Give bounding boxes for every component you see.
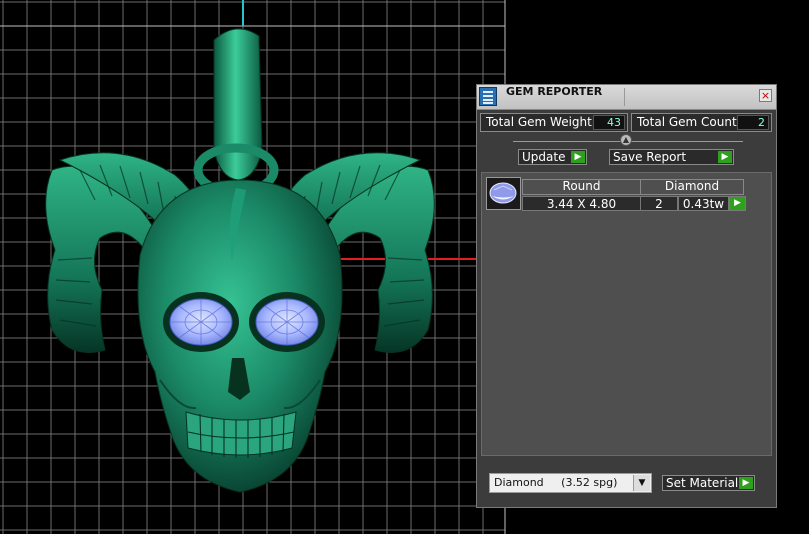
play-arrow-icon: ▶: [739, 477, 753, 489]
total-gem-weight-label: Total Gem Weight: [486, 115, 592, 129]
gem-results-list: Round Diamond 3.44 X 4.80 2 0.43tw ▶: [481, 172, 772, 456]
close-icon[interactable]: ×: [759, 89, 772, 102]
play-arrow-icon[interactable]: ▶: [729, 196, 746, 211]
gem-right: [255, 298, 319, 346]
total-gem-count-field: Total Gem Count 2: [631, 113, 772, 132]
chevron-down-icon[interactable]: ▼: [633, 475, 650, 491]
total-gem-count-value: 2: [737, 115, 769, 130]
column-header-material: Diamond: [640, 179, 744, 195]
material-select-value: Diamond (3.52 spg): [494, 476, 618, 489]
play-arrow-icon: ▶: [718, 151, 732, 163]
gem-thumbnail-icon[interactable]: [486, 177, 521, 210]
set-material-button-label: Set Material: [666, 476, 739, 490]
gem-left: [169, 298, 233, 346]
save-report-button-label: Save Report: [613, 150, 687, 164]
update-button[interactable]: Update ▶: [518, 149, 587, 165]
set-material-button[interactable]: Set Material ▶: [662, 475, 755, 491]
gem-weight-cell: 0.43tw: [678, 196, 729, 211]
total-gem-count-label: Total Gem Count: [637, 115, 737, 129]
update-button-label: Update: [522, 150, 566, 164]
gem-reporter-panel: GEM REPORTER × Total Gem Weight 43 Total…: [476, 84, 777, 508]
total-gem-weight-value: 43: [593, 115, 625, 130]
play-arrow-icon: ▶: [571, 151, 585, 163]
gem-size-cell: 3.44 X 4.80: [522, 196, 641, 211]
total-gem-weight-field: Total Gem Weight 43: [480, 113, 628, 132]
column-header-shape: Round: [522, 179, 641, 195]
save-report-button[interactable]: Save Report ▶: [609, 149, 734, 165]
panel-slider-thumb[interactable]: ▲: [620, 134, 632, 146]
panel-titlebar[interactable]: GEM REPORTER ×: [477, 85, 776, 110]
panel-title: GEM REPORTER: [506, 85, 603, 98]
gem-reporter-app-icon: [479, 87, 497, 106]
material-select[interactable]: Diamond (3.52 spg) ▼: [489, 473, 652, 493]
titlebar-divider: [624, 88, 625, 106]
gem-count-cell: 2: [640, 196, 678, 211]
